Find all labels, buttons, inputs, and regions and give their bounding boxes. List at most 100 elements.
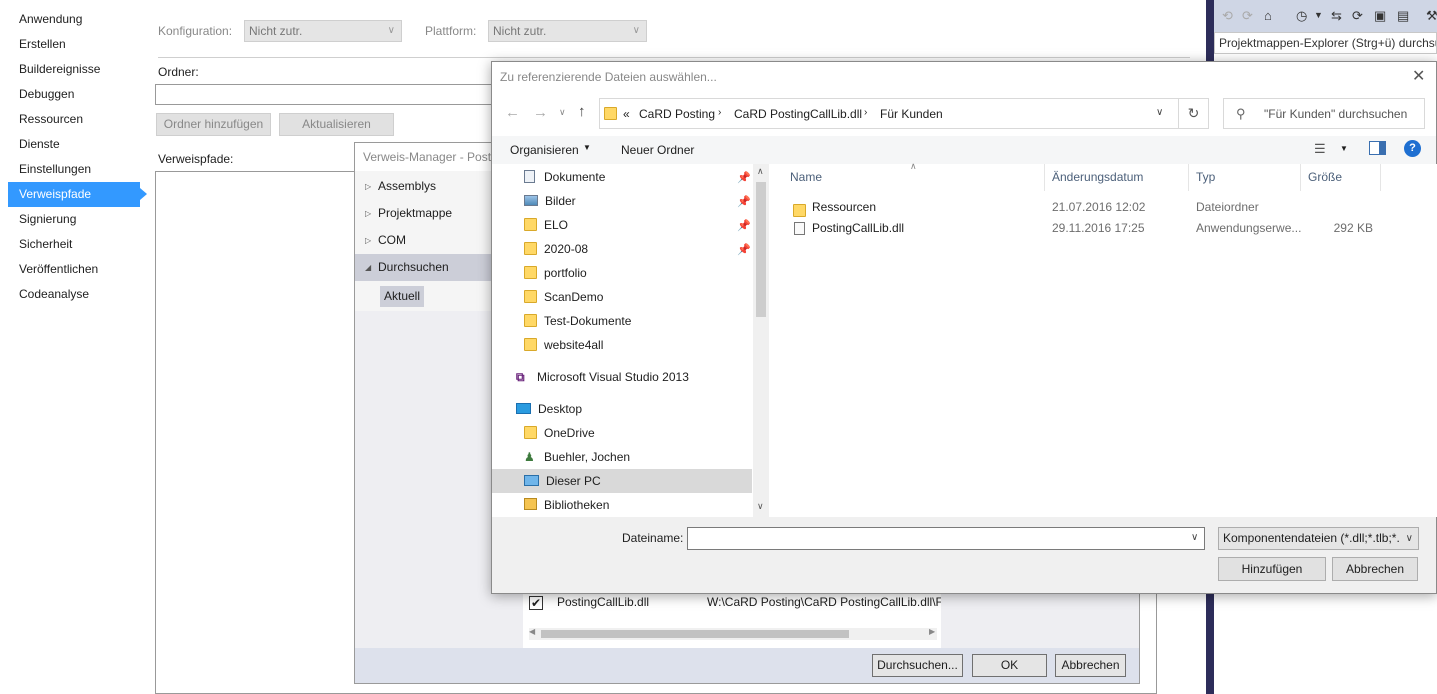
tree-item-elo[interactable]: ELO: [524, 213, 568, 237]
breadcrumb-fuer-kunden[interactable]: Für Kunden: [880, 107, 943, 121]
help-icon[interactable]: ?: [1404, 140, 1421, 157]
wrench-icon[interactable]: ⚒: [1426, 8, 1437, 24]
browse-button[interactable]: Durchsuchen...: [872, 654, 963, 677]
nav-item-verweispfade[interactable]: Verweispfade: [8, 182, 147, 207]
pin-icon[interactable]: 📌: [737, 171, 751, 184]
collapse-all-icon[interactable]: ▣: [1374, 8, 1386, 24]
nav-item-codeanalyse[interactable]: Codeanalyse: [8, 282, 140, 307]
column-header-size[interactable]: Größe: [1301, 164, 1381, 191]
scrollbar-thumb[interactable]: [541, 630, 849, 638]
column-header-type[interactable]: Typ: [1189, 164, 1301, 191]
tree-item-aktuell[interactable]: Aktuell: [380, 286, 425, 307]
chevron-down-icon[interactable]: ∨: [1156, 107, 1163, 118]
nav-item-debuggen[interactable]: Debuggen: [8, 82, 140, 107]
folder-icon: [524, 266, 537, 279]
solution-search-input[interactable]: Projektmappen-Explorer (Strg+ü) durchsu: [1214, 32, 1437, 54]
file-row[interactable]: Ressourcen 21.07.2016 12:02 Dateiordner: [783, 197, 1423, 218]
tree-item-assemblys[interactable]: ▷ Assemblys: [355, 173, 495, 200]
tree-item-projektmappe[interactable]: ▷ Projektmappe: [355, 200, 495, 227]
scroll-right-icon[interactable]: ▶: [929, 627, 935, 636]
close-icon[interactable]: ✕: [1412, 66, 1425, 86]
history-icon[interactable]: ◷: [1296, 8, 1307, 24]
tree-item-portfolio[interactable]: portfolio: [524, 261, 587, 285]
scroll-left-icon[interactable]: ◀: [529, 627, 535, 636]
forward-icon[interactable]: ⟳: [1242, 8, 1253, 24]
chevron-down-icon[interactable]: ▼: [1340, 144, 1348, 153]
pin-icon[interactable]: 📌: [737, 219, 751, 232]
filter-value: Komponentendateien (*.dll;*.tlb;*.: [1223, 531, 1400, 545]
tree-item-visual-studio[interactable]: ⧉ Microsoft Visual Studio 2013: [516, 365, 689, 389]
nav-item-sicherheit[interactable]: Sicherheit: [8, 232, 140, 257]
refresh-icon[interactable]: ↻: [1178, 98, 1209, 129]
forward-arrow-icon[interactable]: →: [533, 104, 548, 121]
filename-input[interactable]: ∨: [687, 527, 1205, 550]
sync-icon[interactable]: ⇆: [1331, 8, 1342, 24]
folder-icon: [524, 426, 537, 439]
up-arrow-icon[interactable]: ↑: [578, 103, 586, 120]
chevron-down-icon[interactable]: ▼: [583, 143, 591, 152]
view-options-icon[interactable]: ☰: [1314, 141, 1326, 157]
tree-item-2020-08[interactable]: 2020-08: [524, 237, 588, 261]
nav-item-erstellen[interactable]: Erstellen: [8, 32, 140, 57]
preview-pane-icon[interactable]: [1369, 141, 1386, 155]
folder-input[interactable]: [155, 84, 495, 105]
search-box[interactable]: ⚲ "Für Kunden" durchsuchen: [1223, 98, 1425, 129]
nav-item-veroeffentlichen[interactable]: Veröffentlichen: [8, 257, 140, 282]
address-bar[interactable]: « CaRD Posting › CaRD PostingCallLib.dll…: [599, 98, 1179, 129]
chevron-down-icon[interactable]: ▼: [1314, 10, 1323, 20]
breadcrumb-card-posting[interactable]: CaRD Posting: [639, 107, 715, 121]
add-button[interactable]: Hinzufügen: [1218, 557, 1326, 581]
horizontal-scrollbar[interactable]: ◀ ▶: [529, 627, 937, 640]
scrollbar-thumb[interactable]: [756, 182, 766, 317]
command-bar: Organisieren ▼ Neuer Ordner ☰ ▼ ?: [492, 136, 1436, 164]
breadcrumb-postingcalllib[interactable]: CaRD PostingCallLib.dll: [734, 107, 862, 121]
tree-item-dokumente[interactable]: Dokumente: [524, 165, 605, 189]
pin-icon[interactable]: 📌: [737, 243, 751, 256]
tree-item-onedrive[interactable]: OneDrive: [524, 421, 595, 445]
nav-item-buildereignisse[interactable]: Buildereignisse: [8, 57, 140, 82]
file-row[interactable]: PostingCallLib.dll 29.11.2016 17:25 Anwe…: [783, 218, 1423, 239]
tree-item-test-dokumente[interactable]: Test-Dokumente: [524, 309, 631, 333]
tree-item-buehler-jochen[interactable]: ♟ Buehler, Jochen: [524, 445, 630, 469]
refresh-icon[interactable]: ⟳: [1352, 8, 1363, 24]
tree-item-bilder[interactable]: Bilder: [524, 189, 576, 213]
tree-item-label: Buehler, Jochen: [544, 450, 631, 464]
column-header-name[interactable]: Name: [783, 164, 1045, 191]
tree-item-com[interactable]: ▷ COM: [355, 227, 495, 254]
reference-checkbox[interactable]: ✔: [529, 596, 543, 610]
cancel-button[interactable]: Abbrechen: [1332, 557, 1418, 581]
tree-item-bibliotheken[interactable]: Bibliotheken: [524, 493, 609, 517]
breadcrumb-separator-icon[interactable]: ›: [718, 107, 721, 118]
tree-item-dieser-pc[interactable]: Dieser PC: [524, 469, 601, 493]
breadcrumb-overflow[interactable]: «: [623, 107, 630, 121]
back-arrow-icon[interactable]: ←: [505, 104, 520, 121]
organize-button[interactable]: Organisieren: [510, 143, 579, 157]
ok-button[interactable]: OK: [972, 654, 1047, 677]
nav-item-ressourcen[interactable]: Ressourcen: [8, 107, 140, 132]
nav-item-anwendung[interactable]: Anwendung: [8, 7, 140, 32]
scroll-up-icon[interactable]: ∧: [757, 166, 764, 177]
tree-scrollbar[interactable]: ∧ ∨: [753, 164, 769, 517]
nav-item-dienste[interactable]: Dienste: [8, 132, 140, 157]
chevron-down-icon[interactable]: ∨: [1406, 528, 1413, 549]
cancel-button[interactable]: Abbrechen: [1055, 654, 1126, 677]
breadcrumb-separator-icon[interactable]: ›: [864, 107, 867, 118]
properties-icon[interactable]: ▤: [1397, 8, 1409, 24]
folder-icon: [793, 204, 806, 217]
column-header-date[interactable]: Änderungsdatum: [1045, 164, 1189, 191]
tree-item-scandemo[interactable]: ScanDemo: [524, 285, 603, 309]
pin-icon[interactable]: 📌: [737, 195, 751, 208]
new-folder-button[interactable]: Neuer Ordner: [621, 143, 694, 157]
tree-item-durchsuchen[interactable]: ◢ Durchsuchen: [355, 254, 495, 281]
recent-locations-icon[interactable]: ∨: [559, 107, 566, 118]
tree-item-desktop[interactable]: Desktop: [516, 397, 582, 421]
scroll-down-icon[interactable]: ∨: [757, 501, 764, 512]
tree-item-website4all[interactable]: website4all: [524, 333, 603, 357]
nav-item-signierung[interactable]: Signierung: [8, 207, 140, 232]
chevron-down-icon[interactable]: ∨: [1191, 532, 1198, 543]
chevron-down-icon: ∨: [632, 25, 640, 36]
nav-item-einstellungen[interactable]: Einstellungen: [8, 157, 140, 182]
file-type-filter[interactable]: Komponentendateien (*.dll;*.tlb;*. ∨: [1218, 527, 1419, 550]
home-icon[interactable]: ⌂: [1264, 8, 1272, 23]
back-icon[interactable]: ⟲: [1222, 8, 1233, 24]
